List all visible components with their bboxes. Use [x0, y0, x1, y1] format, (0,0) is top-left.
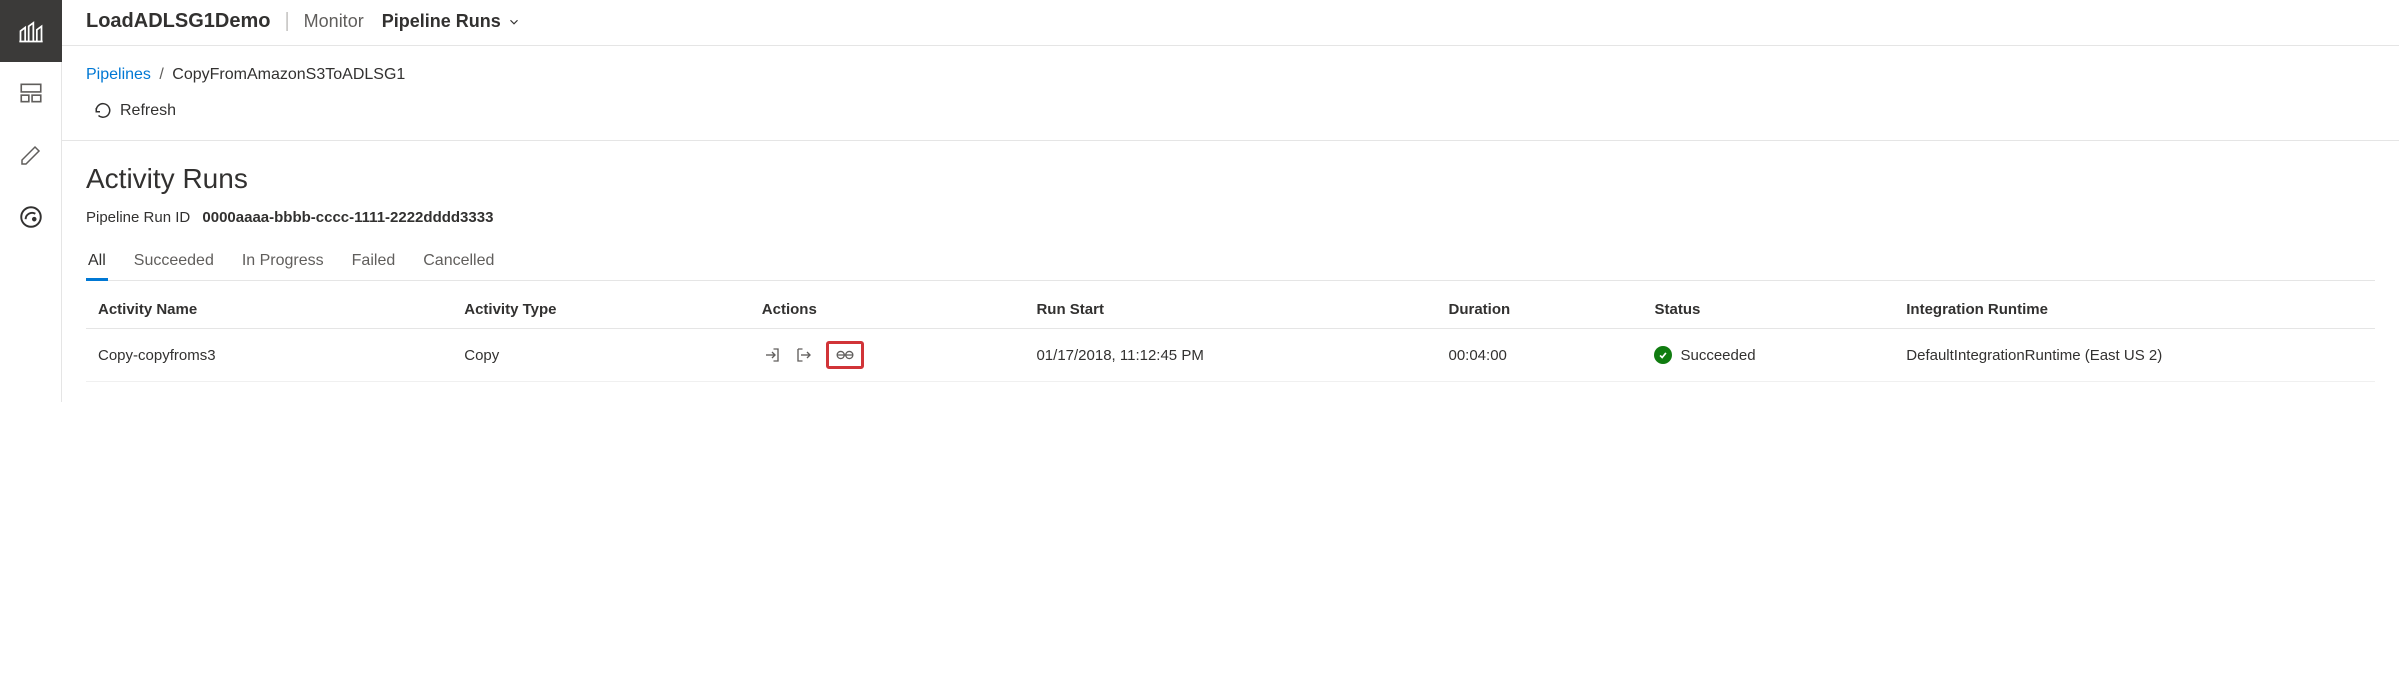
table-row: Copy-copyfroms3 Copy [86, 329, 2375, 382]
breadcrumb: Pipelines / CopyFromAmazonS3ToADLSG1 [86, 66, 2375, 84]
tab-in-progress[interactable]: In Progress [240, 248, 326, 280]
col-integration-runtime[interactable]: Integration Runtime [1894, 291, 2375, 329]
sidebar-home-icon[interactable] [0, 0, 62, 62]
sidebar-monitor-icon[interactable] [0, 186, 62, 248]
activity-table: Activity Name Activity Type Actions Run … [86, 291, 2375, 382]
refresh-label: Refresh [120, 102, 176, 120]
chevron-down-icon [507, 15, 521, 29]
table-header-row: Activity Name Activity Type Actions Run … [86, 291, 2375, 329]
sidebar-author-icon[interactable] [0, 124, 62, 186]
page-title: Activity Runs [86, 163, 2375, 195]
filter-tabs: All Succeeded In Progress Failed Cancell… [86, 248, 2375, 281]
breadcrumb-current: CopyFromAmazonS3ToADLSG1 [172, 66, 405, 83]
cell-status: Succeeded [1642, 329, 1894, 382]
status-text: Succeeded [1680, 347, 1755, 364]
left-sidebar [0, 0, 62, 402]
cell-duration: 00:04:00 [1436, 329, 1642, 382]
success-icon [1654, 346, 1672, 364]
tab-failed[interactable]: Failed [350, 248, 398, 280]
resource-name: LoadADLSG1Demo [86, 10, 270, 33]
cell-activity-name: Copy-copyfroms3 [86, 329, 452, 382]
tab-succeeded[interactable]: Succeeded [132, 248, 216, 280]
action-details-icon[interactable] [826, 341, 864, 369]
header-separator: | [284, 10, 289, 33]
run-id-row: Pipeline Run ID 0000aaaa-bbbb-cccc-1111-… [86, 209, 2375, 226]
content-area: Pipelines / CopyFromAmazonS3ToADLSG1 Ref… [62, 46, 2399, 402]
section-name: Monitor [304, 11, 364, 32]
col-activity-type[interactable]: Activity Type [452, 291, 750, 329]
tab-cancelled[interactable]: Cancelled [421, 248, 496, 280]
col-status[interactable]: Status [1642, 291, 1894, 329]
action-output-icon[interactable] [794, 345, 814, 365]
run-id-label: Pipeline Run ID [86, 209, 190, 226]
sidebar-overview-icon[interactable] [0, 62, 62, 124]
breadcrumb-separator: / [159, 66, 163, 83]
top-header: LoadADLSG1Demo | Monitor Pipeline Runs [62, 0, 2399, 46]
cell-run-start: 01/17/2018, 11:12:45 PM [1024, 329, 1436, 382]
run-id-value: 0000aaaa-bbbb-cccc-1111-2222dddd3333 [202, 209, 493, 226]
action-input-icon[interactable] [762, 345, 782, 365]
cell-activity-type: Copy [452, 329, 750, 382]
cell-actions [750, 329, 1025, 382]
divider [62, 140, 2399, 141]
main-content: LoadADLSG1Demo | Monitor Pipeline Runs P… [62, 0, 2399, 402]
sub-section-dropdown[interactable]: Pipeline Runs [382, 11, 521, 32]
refresh-icon [94, 102, 112, 120]
cell-integration-runtime: DefaultIntegrationRuntime (East US 2) [1894, 329, 2375, 382]
breadcrumb-root-link[interactable]: Pipelines [86, 66, 151, 83]
col-activity-name[interactable]: Activity Name [86, 291, 452, 329]
col-run-start[interactable]: Run Start [1024, 291, 1436, 329]
refresh-button[interactable]: Refresh [86, 102, 2375, 120]
sub-section-label: Pipeline Runs [382, 11, 501, 32]
col-duration[interactable]: Duration [1436, 291, 1642, 329]
tab-all[interactable]: All [86, 248, 108, 280]
col-actions[interactable]: Actions [750, 291, 1025, 329]
